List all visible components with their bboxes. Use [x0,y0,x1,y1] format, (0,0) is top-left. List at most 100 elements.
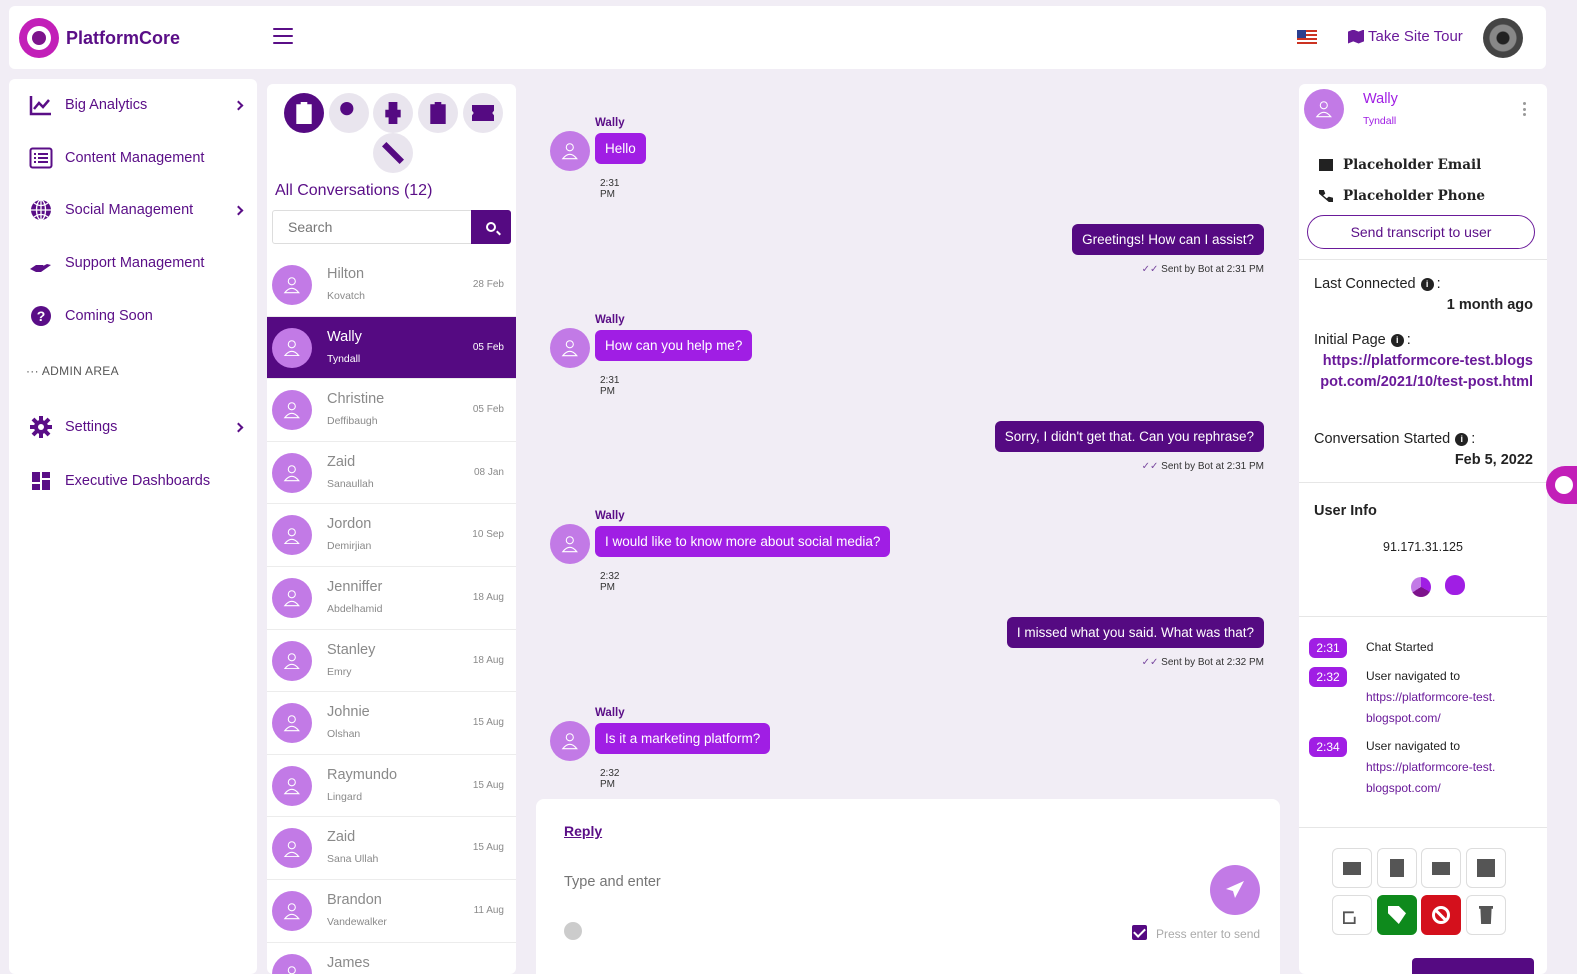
conversation-row[interactable]: Jenniffer Abdelhamid 18 Aug [267,567,516,630]
conversation-row[interactable]: Jordon Demirjian 10 Sep [267,504,516,567]
us-flag-icon[interactable] [1297,30,1317,44]
user-avatar[interactable] [1483,18,1523,58]
contact-last-name: Deffibaugh [327,415,378,428]
ticket-icon [1343,861,1361,875]
reply-input[interactable] [564,869,1164,895]
contact-last-name: Vandewalker [327,915,387,928]
avatar [272,327,312,368]
globe-icon [31,199,51,221]
conversation-row[interactable]: Brandon Vandewalker 11 Aug [267,880,516,943]
filter-bot-button[interactable] [373,93,413,133]
press-enter-checkbox[interactable] [1132,925,1147,940]
take-site-tour-link[interactable]: Take Site Tour [1348,28,1463,45]
sidebar-item-settings[interactable]: Settings [9,409,257,445]
sidebar-item-executive-dashboards[interactable]: Executive Dashboards [9,463,257,499]
initial-page-link[interactable]: https://platformcore-test.blogspot.com/2… [1318,351,1533,393]
contact-first-name: Christine [327,391,385,408]
chat-widget-launcher-icon[interactable] [1546,466,1577,504]
edit-button[interactable] [1332,895,1372,935]
avatar [272,577,312,618]
conversation-row[interactable]: Zaid Sanaullah 08 Jan [267,442,516,505]
contact-first-name: Brandon [327,891,382,908]
print-button[interactable] [1466,848,1506,888]
emoji-icon[interactable] [564,922,582,940]
panel-bottom-button[interactable] [1412,958,1534,974]
admin-area-heading: ··· ADMIN AREA [26,364,119,378]
apple-icon [1445,575,1465,595]
question-circle-icon: ? [31,306,51,326]
conversation-row[interactable]: Zaid Sana Ullah 15 Aug [267,817,516,880]
clipboard-button[interactable] [1377,848,1417,888]
sidebar-item-content-management[interactable]: Content Management [9,140,257,176]
timeline-event: User navigated to https://platformcore-te… [1366,739,1496,795]
visitor-ip: 91.171.31.125 [1383,540,1463,554]
send-button[interactable] [1210,865,1260,915]
menu-toggle-icon[interactable] [273,28,293,44]
timeline-link[interactable]: https://platformcore-test.blogspot.com/ [1366,690,1495,725]
sidebar-item-label: Settings [65,419,118,435]
conversation-row[interactable]: Stanley Emry 18 Aug [267,630,516,693]
clipboard-check-icon [430,102,446,124]
robot-icon [385,102,401,124]
search-button[interactable] [471,210,511,244]
timeline-time: 2:32 [1309,667,1347,687]
avatar [272,890,312,931]
avatar [272,515,312,556]
avatar [272,640,312,681]
filter-resolved-button[interactable] [418,93,458,133]
timeline-event: User navigated to https://platformcore-te… [1366,669,1496,725]
filter-assigned-button[interactable] [329,93,369,133]
create-ticket-button[interactable] [1332,848,1372,888]
filter-all-conversations-button[interactable] [284,93,324,133]
contact-first-name: Zaid [327,829,356,846]
envelope-icon [1319,159,1333,171]
conversation-search-input[interactable] [272,210,472,244]
sidebar-item-social-management[interactable]: Social Management [9,192,257,228]
contact-first-name: Wally [327,328,362,345]
more-options-icon[interactable] [1523,102,1527,116]
chevron-right-icon [233,422,244,432]
conversation-row-selected[interactable]: Wally Tyndall 05 Feb [267,316,516,380]
conversation-date: 18 Aug [472,654,504,666]
conversation-row[interactable]: Hilton Kovatch 28 Feb [267,254,516,317]
last-connected-value: 1 month ago [1446,297,1533,313]
double-check-icon: ✓✓ [1141,264,1159,275]
contact-first-name: Jordon [327,516,372,533]
sidebar-item-support-management[interactable]: Support Management [9,245,257,281]
contact-first-name: Raymundo [327,766,398,783]
filter-tickets-button[interactable] [463,93,503,133]
message-time: 2:31 PM [600,178,620,200]
delete-button[interactable] [1466,895,1506,935]
avatar [550,131,590,171]
avatar [272,452,312,493]
sidebar: Big Analytics Content Management Social … [9,79,257,974]
reply-tab[interactable]: Reply [564,823,602,839]
gear-icon [30,416,52,438]
email-button[interactable] [1421,848,1461,888]
chart-line-icon [29,96,51,116]
sidebar-item-label: Executive Dashboards [65,473,211,489]
sidebar-item-coming-soon[interactable]: ? Coming Soon [9,298,257,334]
contact-first-name: Jenniffer [327,578,383,595]
filter-blocked-button[interactable] [373,133,413,173]
last-connected-label: Last Connected i: [1314,276,1441,292]
send-transcript-button[interactable]: Send transcript to user [1307,215,1535,249]
tag-button[interactable] [1377,895,1417,935]
brand-logo[interactable]: PlatformCore [19,18,180,58]
conversation-row[interactable]: James [267,943,516,974]
user-info-heading: User Info [1314,503,1377,519]
timeline-time: 2:31 [1309,638,1347,658]
visitor-phone: Placeholder Phone [1319,188,1485,204]
conversation-row[interactable]: Christine Deffibaugh 05 Feb [267,379,516,442]
paper-plane-icon [1226,881,1244,898]
timeline-time: 2:34 [1309,737,1347,757]
conversation-row[interactable]: Raymundo Lingard 15 Aug [267,755,516,818]
sidebar-item-label: Coming Soon [65,308,153,324]
sidebar-item-big-analytics[interactable]: Big Analytics [9,87,257,123]
avatar [550,328,590,368]
avatar [550,721,590,761]
timeline-link[interactable]: https://platformcore-test.blogspot.com/ [1366,760,1495,795]
block-button[interactable] [1421,895,1461,935]
outgoing-message: I missed what you said. What was that? ✓… [1006,617,1264,668]
conversation-row[interactable]: Johnie Olshan 15 Aug [267,692,516,755]
